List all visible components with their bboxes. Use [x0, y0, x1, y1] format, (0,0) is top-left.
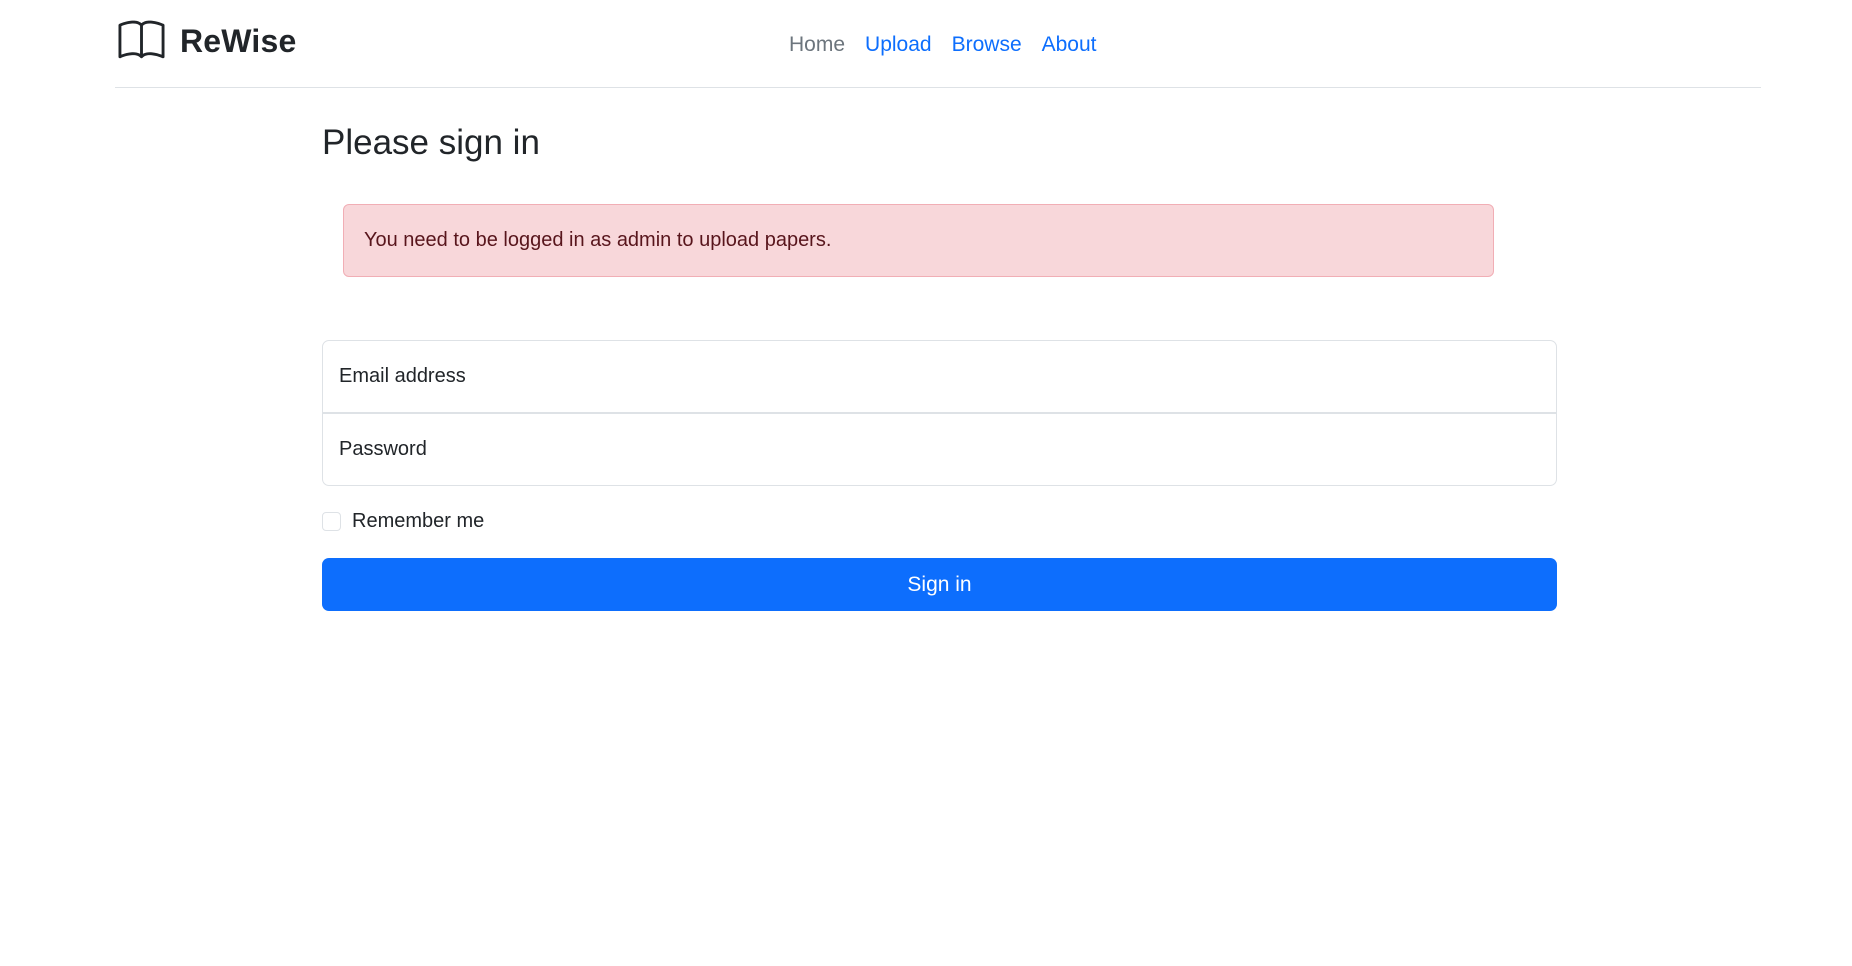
nav-link-about[interactable]: About: [1032, 30, 1107, 60]
remember-me[interactable]: Remember me: [322, 510, 484, 533]
site-header: ReWise Home Upload Browse About: [115, 0, 1761, 88]
nav-link-browse[interactable]: Browse: [942, 30, 1032, 60]
remember-me-checkbox[interactable]: [322, 512, 341, 531]
password-field[interactable]: [322, 413, 1557, 486]
sign-in-button[interactable]: Sign in: [322, 558, 1557, 611]
page-title: Please sign in: [322, 123, 540, 162]
book-open-icon: [115, 18, 168, 64]
main-nav: Home Upload Browse About: [779, 30, 1107, 60]
error-alert: You need to be logged in as admin to upl…: [343, 204, 1494, 277]
brand-link[interactable]: ReWise: [115, 18, 297, 64]
nav-link-upload[interactable]: Upload: [855, 30, 942, 60]
brand-name: ReWise: [180, 22, 297, 59]
remember-me-label: Remember me: [352, 510, 485, 532]
alert-message: You need to be logged in as admin to upl…: [364, 229, 832, 251]
nav-link-home[interactable]: Home: [779, 30, 855, 60]
email-field[interactable]: [322, 340, 1557, 413]
